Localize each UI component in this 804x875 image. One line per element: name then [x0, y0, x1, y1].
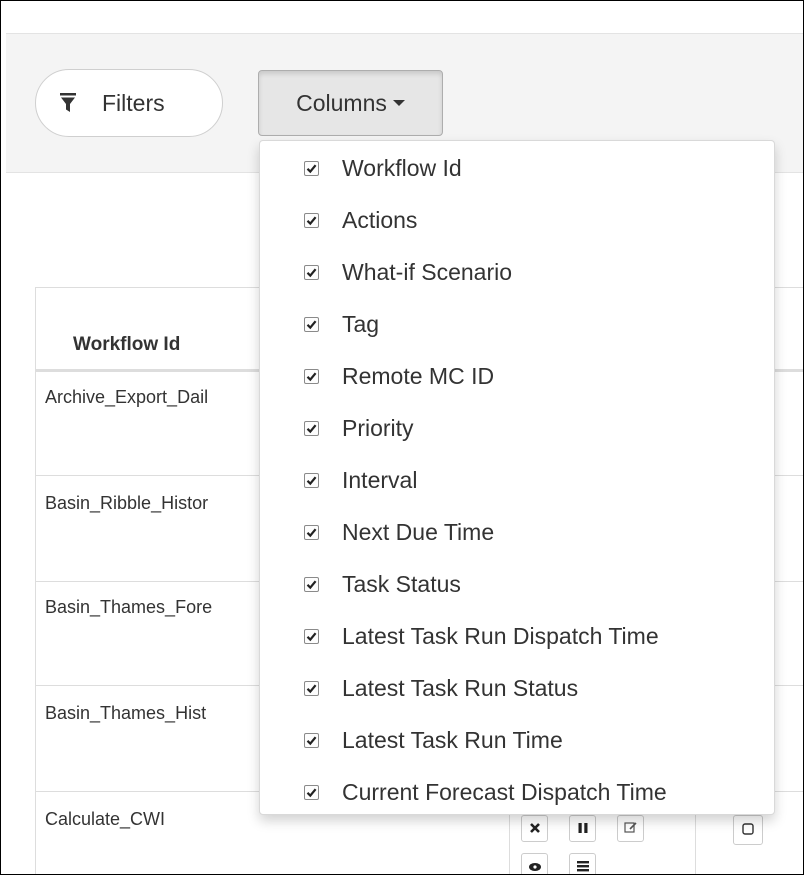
app-frame: Filters Columns Workflow Id Archive_Expo… — [0, 0, 804, 875]
column-checkbox[interactable] — [304, 368, 319, 384]
column-checkbox[interactable] — [304, 628, 319, 644]
column-checkbox[interactable] — [304, 316, 319, 332]
view-button[interactable] — [521, 853, 548, 875]
column-toggle-item[interactable]: Latest Task Run Dispatch Time — [260, 610, 774, 662]
column-toggle-item[interactable]: Latest Task Run Status — [260, 662, 774, 714]
column-toggle-label: Latest Task Run Status — [342, 674, 579, 701]
column-toggle-label: Next Due Time — [342, 518, 495, 545]
column-toggle-item[interactable]: Current Forecast Dispatch Time — [260, 766, 774, 818]
column-toggle-label: Tag — [342, 310, 380, 337]
delete-button[interactable] — [521, 815, 548, 842]
table-row[interactable]: Basin_Thames_Fore — [45, 597, 260, 618]
close-icon — [529, 821, 541, 837]
filters-button[interactable]: Filters — [35, 69, 223, 137]
columns-button[interactable]: Columns — [258, 70, 443, 136]
filters-label: Filters — [102, 89, 165, 116]
column-toggle-item[interactable]: Interval — [260, 454, 774, 506]
column-checkbox[interactable] — [304, 212, 319, 228]
row-select-button[interactable] — [733, 815, 763, 845]
details-button[interactable] — [569, 853, 596, 875]
column-checkbox[interactable] — [304, 576, 319, 592]
column-toggle-item[interactable]: Actions — [260, 194, 774, 246]
edit-icon — [623, 820, 638, 837]
column-toggle-item[interactable]: Next Due Time — [260, 506, 774, 558]
column-toggle-item[interactable]: Remote MC ID — [260, 350, 774, 402]
list-icon — [576, 859, 590, 875]
column-toggle-item[interactable]: Priority — [260, 402, 774, 454]
column-checkbox[interactable] — [304, 472, 319, 488]
column-toggle-label: Latest Task Run Dispatch Time — [342, 622, 659, 649]
column-toggle-label: Task Status — [342, 570, 461, 597]
eye-icon — [528, 859, 542, 875]
column-checkbox[interactable] — [304, 264, 319, 280]
column-toggle-label: Actions — [342, 206, 418, 233]
column-toggle-label: Current Forecast Dispatch Time — [342, 778, 667, 805]
column-toggle-item[interactable]: Task Status — [260, 558, 774, 610]
header-workflow-id[interactable]: Workflow Id — [73, 334, 180, 356]
column-toggle-item[interactable]: Latest Task Run Time — [260, 714, 774, 766]
column-toggle-label: Latest Task Run Time — [342, 726, 563, 753]
pause-button[interactable] — [569, 815, 596, 842]
table-row[interactable]: Calculate_CWI — [45, 809, 260, 830]
checkbox-icon — [742, 822, 754, 838]
column-toggle-item[interactable]: What-if Scenario — [260, 246, 774, 298]
column-toggle-label: Interval — [342, 466, 418, 493]
column-checkbox[interactable] — [304, 784, 319, 800]
column-toggle-label: Remote MC ID — [342, 362, 495, 389]
edit-button[interactable] — [617, 815, 644, 842]
column-toggle-label: Priority — [342, 414, 414, 441]
pause-icon — [577, 821, 589, 837]
column-toggle-item[interactable]: Tag — [260, 298, 774, 350]
column-checkbox[interactable] — [304, 680, 319, 696]
columns-dropdown: Workflow Id Actions What-if Scenario Tag Rem… — [259, 140, 775, 815]
column-checkbox[interactable] — [304, 524, 319, 540]
column-checkbox[interactable] — [304, 420, 319, 436]
columns-label: Columns — [296, 89, 387, 116]
column-toggle-label: Workflow Id — [342, 154, 462, 181]
table-row[interactable]: Archive_Export_Dail — [45, 387, 260, 408]
column-checkbox[interactable] — [304, 732, 319, 748]
caret-down-icon — [392, 100, 405, 106]
filter-icon — [60, 93, 76, 113]
column-checkbox[interactable] — [304, 160, 319, 176]
table-row[interactable]: Basin_Thames_Hist — [45, 703, 260, 724]
column-toggle-item[interactable]: Workflow Id — [260, 142, 774, 194]
table-row[interactable]: Basin_Ribble_Histor — [45, 493, 260, 514]
column-toggle-label: What-if Scenario — [342, 258, 513, 285]
